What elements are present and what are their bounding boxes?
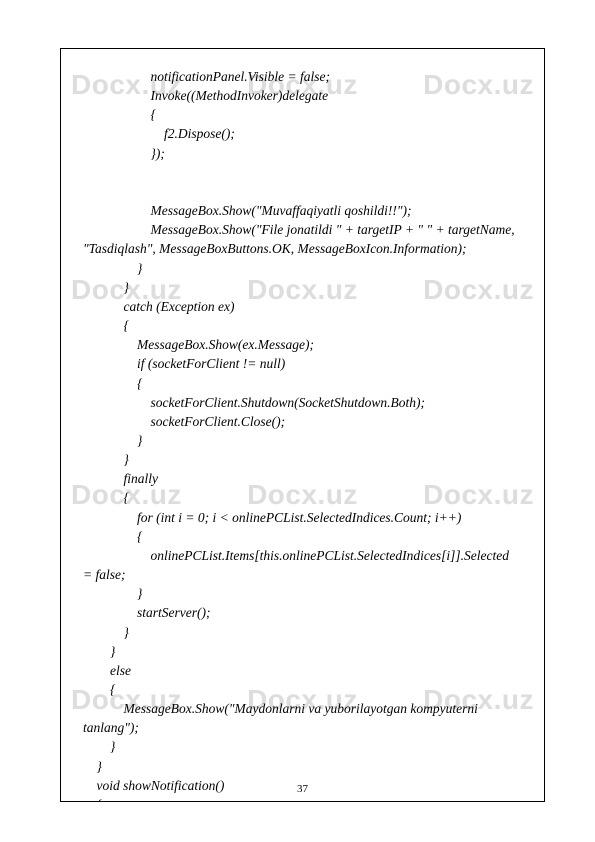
content-frame: Docx.uz Docx.uz Docx.uz Docx.uz Docx.uz …	[60, 48, 545, 802]
page-number: 37	[61, 783, 544, 795]
page: Docx.uz Docx.uz Docx.uz Docx.uz Docx.uz …	[0, 0, 595, 842]
code-block: notificationPanel.Visible = false; Invok…	[83, 67, 522, 802]
